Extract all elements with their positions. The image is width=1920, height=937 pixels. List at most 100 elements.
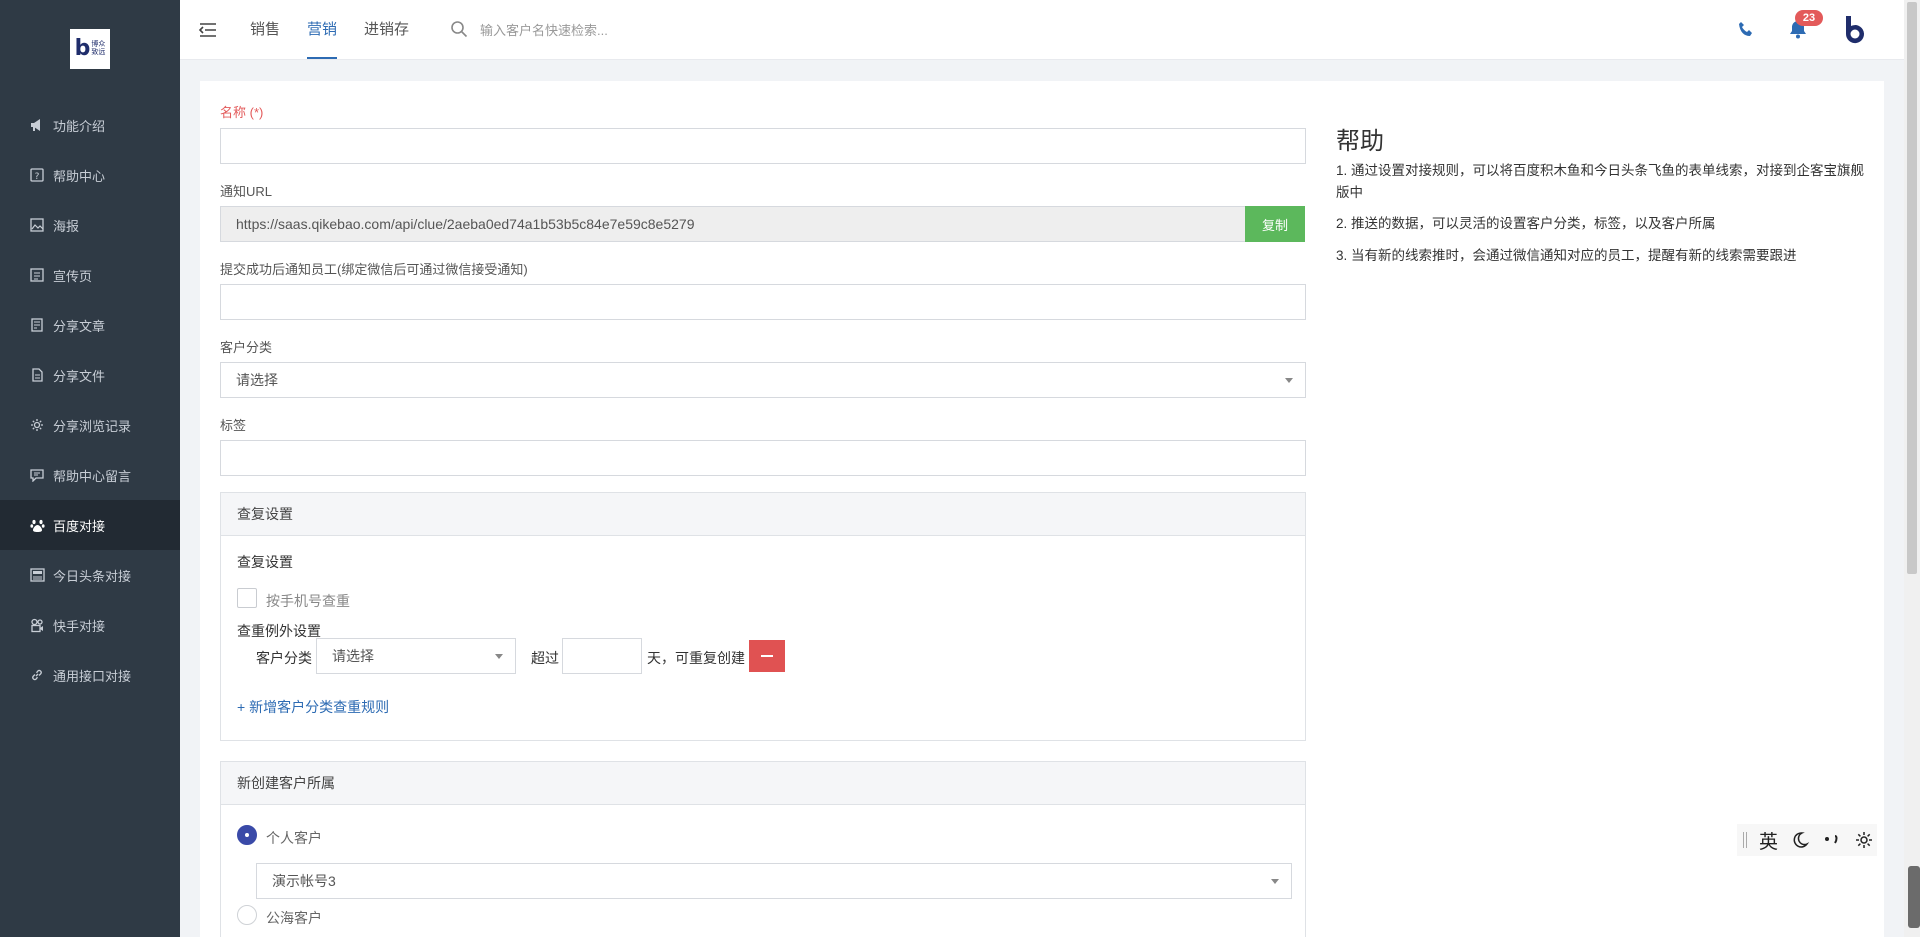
file-icon: [29, 367, 45, 383]
menu-toggle-icon[interactable]: [198, 20, 218, 40]
brand-b-icon[interactable]: [1840, 14, 1870, 46]
category-select-value: 请选择: [236, 372, 278, 388]
url-label: 通知URL: [220, 184, 273, 199]
help-line-1: 1. 通过设置对接规则，可以将百度积木鱼和今日头条飞鱼的表单线索，对接到企客宝旗…: [1336, 163, 1865, 200]
category-label: 客户分类: [220, 340, 273, 355]
days-suffix: 天，可重复创建: [647, 650, 745, 666]
owner-title: 新创建客户所属: [221, 762, 1305, 805]
add-dedup-rule-link[interactable]: + 新增客户分类查重规则: [237, 697, 389, 717]
search-icon: [450, 20, 468, 38]
message-icon: [29, 467, 45, 483]
sidebar-item-label: 帮助中心: [53, 168, 106, 184]
sidebar-item-label: 功能介绍: [53, 118, 106, 134]
tab-inventory[interactable]: 进销存: [364, 0, 409, 60]
gear-icon[interactable]: [1854, 830, 1874, 850]
public-customer-radio[interactable]: [237, 905, 257, 925]
exception-category-value: 请选择: [332, 648, 374, 664]
logo-text-2: 致远: [91, 49, 106, 56]
name-field[interactable]: [220, 128, 1306, 164]
dedup-settings-box: 查复设置 查复设置 按手机号查重 查重例外设置 客户分类 请选择 超过 天，可重…: [220, 492, 1306, 741]
megaphone-icon: [29, 117, 45, 133]
sidebar-item-toutiao[interactable]: 今日头条对接: [0, 550, 180, 600]
minus-icon: [761, 655, 773, 657]
sidebar-item-label: 快手对接: [53, 618, 106, 634]
tags-field[interactable]: [220, 440, 1306, 476]
help-line-3: 3. 当有新的线索推时，会通过微信通知对应的员工，提醒有新的线索需要跟进: [1336, 248, 1797, 263]
sidebar-item-poster[interactable]: 海报: [0, 200, 180, 250]
article-icon: [29, 317, 45, 333]
logo-b-icon: b: [74, 36, 91, 61]
exception-category-select[interactable]: 请选择: [316, 638, 516, 674]
category-select[interactable]: 请选择: [220, 362, 1306, 398]
phone-dedup-label: 按手机号查重: [266, 593, 350, 609]
sidebar-item-share-article[interactable]: 分享文章: [0, 300, 180, 350]
paw-icon: [29, 517, 45, 533]
account-select-value: 演示帐号3: [272, 873, 336, 889]
sidebar-nav: 功能介绍 ? 帮助中心 海报 宣传页 分享文章 分享文件 分享浏览记录 帮助中心…: [0, 100, 180, 700]
public-customer-label: 公海客户: [266, 910, 322, 926]
dedup-exception-label: 查重例外设置: [237, 623, 321, 639]
notify-staff-label: 提交成功后通知员工(绑定微信后可通过微信接受通知): [220, 262, 528, 277]
tab-marketing[interactable]: 营销: [307, 0, 338, 60]
account-select[interactable]: 演示帐号3: [256, 863, 1292, 899]
sidebar-item-share-history[interactable]: 分享浏览记录: [0, 400, 180, 450]
moon-icon[interactable]: [1790, 830, 1810, 850]
sidebar-item-label: 海报: [53, 218, 80, 234]
exception-category-label: 客户分类: [256, 650, 312, 666]
notification-badge: 23: [1795, 10, 1823, 26]
help-title: 帮助: [1336, 128, 1384, 155]
help-line-2: 2. 推送的数据，可以灵活的设置客户分类，标签，以及客户所属: [1336, 216, 1716, 231]
sidebar-item-label: 帮助中心留言: [53, 468, 132, 484]
sidebar-item-features[interactable]: 功能介绍: [0, 100, 180, 150]
sidebar-item-label: 分享文章: [53, 318, 106, 334]
search-input[interactable]: [480, 18, 740, 42]
page-icon: [29, 267, 45, 283]
page-scrollbar[interactable]: [1904, 0, 1920, 937]
brand-logo[interactable]: b 博众 致远: [70, 29, 110, 69]
dedup-settings-title: 查复设置: [221, 493, 1305, 536]
phone-dedup-checkbox[interactable]: [237, 588, 257, 608]
sidebar-item-api[interactable]: 通用接口对接: [0, 650, 180, 700]
help-icon: ?: [29, 167, 45, 183]
image-icon: [29, 217, 45, 233]
news-icon: [29, 567, 45, 583]
sidebar-item-label: 今日头条对接: [53, 568, 132, 584]
days-input[interactable]: [562, 638, 642, 674]
remove-rule-button[interactable]: [749, 640, 785, 672]
copy-button[interactable]: 复制: [1245, 206, 1305, 242]
punctuation-icon[interactable]: [1822, 830, 1842, 850]
svg-text:?: ?: [35, 172, 40, 182]
personal-customer-label: 个人客户: [266, 830, 322, 846]
scrollbar-thumb[interactable]: [1907, 2, 1917, 574]
sidebar-item-share-file[interactable]: 分享文件: [0, 350, 180, 400]
side-widget[interactable]: [1908, 866, 1920, 928]
logo-text-1: 博众: [91, 41, 106, 48]
dedup-sub-label: 查复设置: [237, 554, 293, 570]
top-bar: 销售 营销 进销存 23: [180, 0, 1904, 60]
gear-icon: [29, 417, 45, 433]
exceed-label: 超过: [531, 650, 559, 666]
chevron-down-icon: [495, 654, 503, 659]
personal-customer-radio[interactable]: [237, 825, 257, 845]
chevron-down-icon: [1285, 378, 1293, 383]
phone-icon[interactable]: [1736, 20, 1756, 40]
chevron-down-icon: [1271, 879, 1279, 884]
video-icon: [29, 617, 45, 633]
sidebar-item-label: 百度对接: [53, 518, 106, 534]
sidebar-item-kuaishou[interactable]: 快手对接: [0, 600, 180, 650]
ime-toolbar: 英: [1737, 824, 1877, 856]
notify-url-field[interactable]: [220, 206, 1246, 242]
link-icon: [29, 667, 45, 683]
sidebar-item-label: 分享文件: [53, 368, 106, 384]
sidebar-item-label: 分享浏览记录: [53, 418, 132, 434]
ime-language-toggle[interactable]: 英: [1759, 827, 1778, 854]
sidebar-item-help-center[interactable]: ? 帮助中心: [0, 150, 180, 200]
tab-sales[interactable]: 销售: [250, 0, 280, 60]
sidebar-item-promo-page[interactable]: 宣传页: [0, 250, 180, 300]
sidebar-item-baidu[interactable]: 百度对接: [0, 500, 180, 550]
sidebar-item-help-messages[interactable]: 帮助中心留言: [0, 450, 180, 500]
notify-staff-field[interactable]: [220, 284, 1306, 320]
tags-label: 标签: [220, 418, 247, 433]
ime-drag-handle[interactable]: [1743, 832, 1747, 848]
sidebar-item-label: 通用接口对接: [53, 668, 132, 684]
